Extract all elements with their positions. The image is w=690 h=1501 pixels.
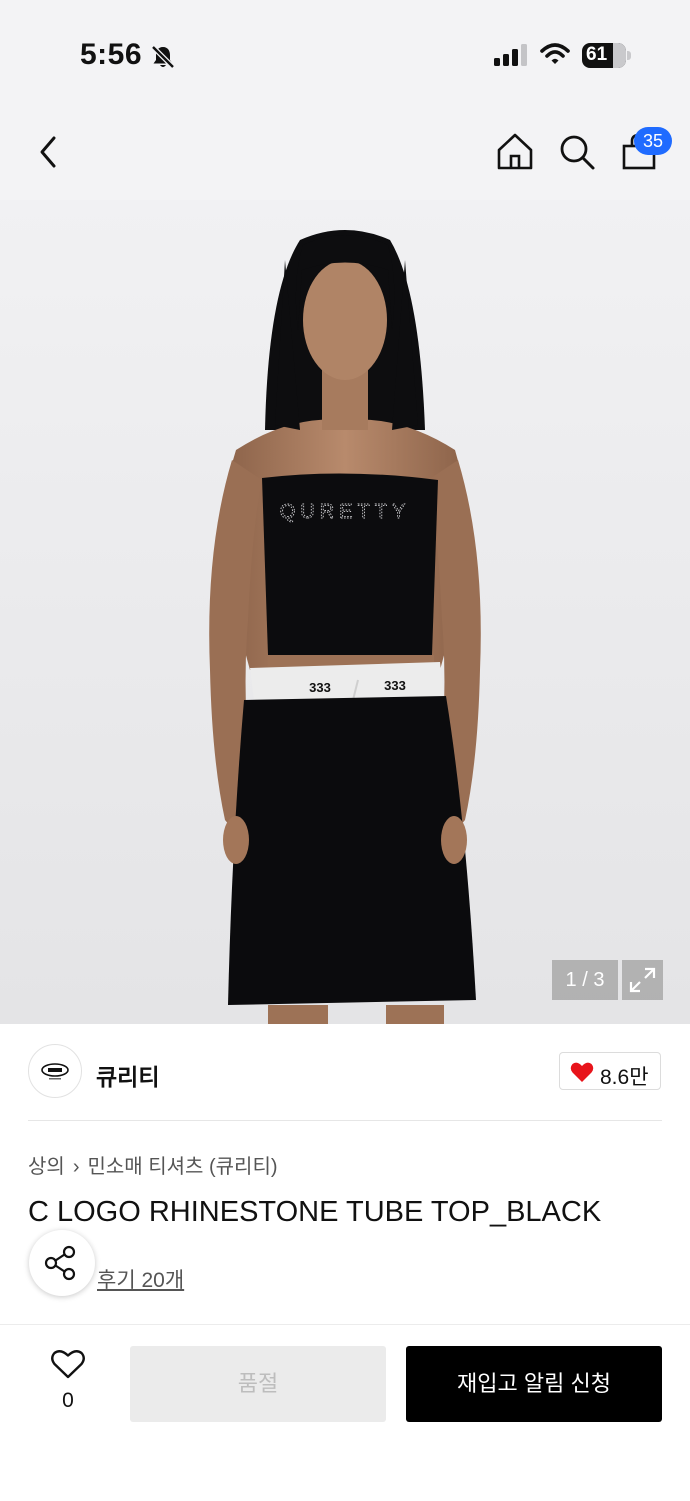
product-title: C LOGO RHINESTONE TUBE TOP_BLACK — [28, 1196, 602, 1228]
chevron-left-icon — [40, 136, 56, 168]
breadcrumb: 상의 › 민소매 티셔츠 (큐리티) — [28, 1150, 278, 1179]
search-button[interactable] — [556, 130, 598, 174]
review-link[interactable]: 후기 20개 — [97, 1264, 184, 1294]
heart-filled-icon — [570, 1061, 594, 1088]
bottom-action-bar: 0 품절 재입고 알림 신청 — [0, 1324, 690, 1501]
divider — [28, 1120, 662, 1121]
chevron-right-icon: › — [72, 1156, 80, 1178]
restock-notify-button[interactable]: 재입고 알림 신청 — [406, 1346, 662, 1422]
bell-slash-icon — [150, 44, 176, 75]
brand-name[interactable]: 큐리티 — [96, 1058, 159, 1092]
signal-icon — [494, 44, 528, 71]
expand-image-button[interactable] — [622, 960, 663, 1000]
status-time: 5:56 — [80, 38, 143, 71]
breadcrumb-item-subcategory[interactable]: 민소매 티셔츠 (큐리티) — [87, 1156, 277, 1178]
battery-icon: 61 — [582, 43, 626, 68]
status-bar: 5:56 61 — [0, 0, 690, 110]
brand-like-count: 8.6만 — [600, 1066, 649, 1089]
back-button[interactable] — [30, 130, 70, 174]
search-icon — [560, 135, 595, 170]
product-image-carousel[interactable]: QURETTY 333 333 1 / 3 — [0, 200, 690, 1024]
cart-count-badge: 35 — [634, 127, 672, 155]
brand-logo-mark — [41, 1063, 69, 1080]
wishlist-button[interactable]: 0 — [40, 1347, 96, 1417]
wishlist-count: 0 — [62, 1389, 74, 1412]
brand-logo[interactable] — [28, 1044, 82, 1098]
heart-outline-icon — [51, 1350, 85, 1379]
product-photo: QURETTY 333 333 — [209, 230, 481, 1024]
battery-nub — [627, 51, 631, 60]
svg-text:QURETTY: QURETTY — [280, 501, 411, 523]
top-navigation: 35 — [0, 110, 690, 200]
brand-row: 큐리티 8.6만 — [0, 1024, 690, 1120]
share-button[interactable] — [29, 1230, 95, 1296]
battery-level: 61 — [586, 44, 608, 65]
image-page-indicator: 1 / 3 — [552, 960, 618, 1000]
expand-icon — [629, 967, 656, 993]
svg-text:333: 333 — [384, 678, 406, 693]
home-icon — [497, 133, 533, 170]
wifi-icon — [540, 42, 570, 71]
brand-like-button[interactable]: 8.6만 — [559, 1052, 661, 1090]
svg-text:333: 333 — [309, 680, 331, 695]
home-button[interactable] — [494, 130, 536, 174]
sold-out-button: 품절 — [130, 1346, 386, 1422]
breadcrumb-item-category[interactable]: 상의 — [28, 1156, 65, 1178]
share-icon — [44, 1245, 76, 1281]
